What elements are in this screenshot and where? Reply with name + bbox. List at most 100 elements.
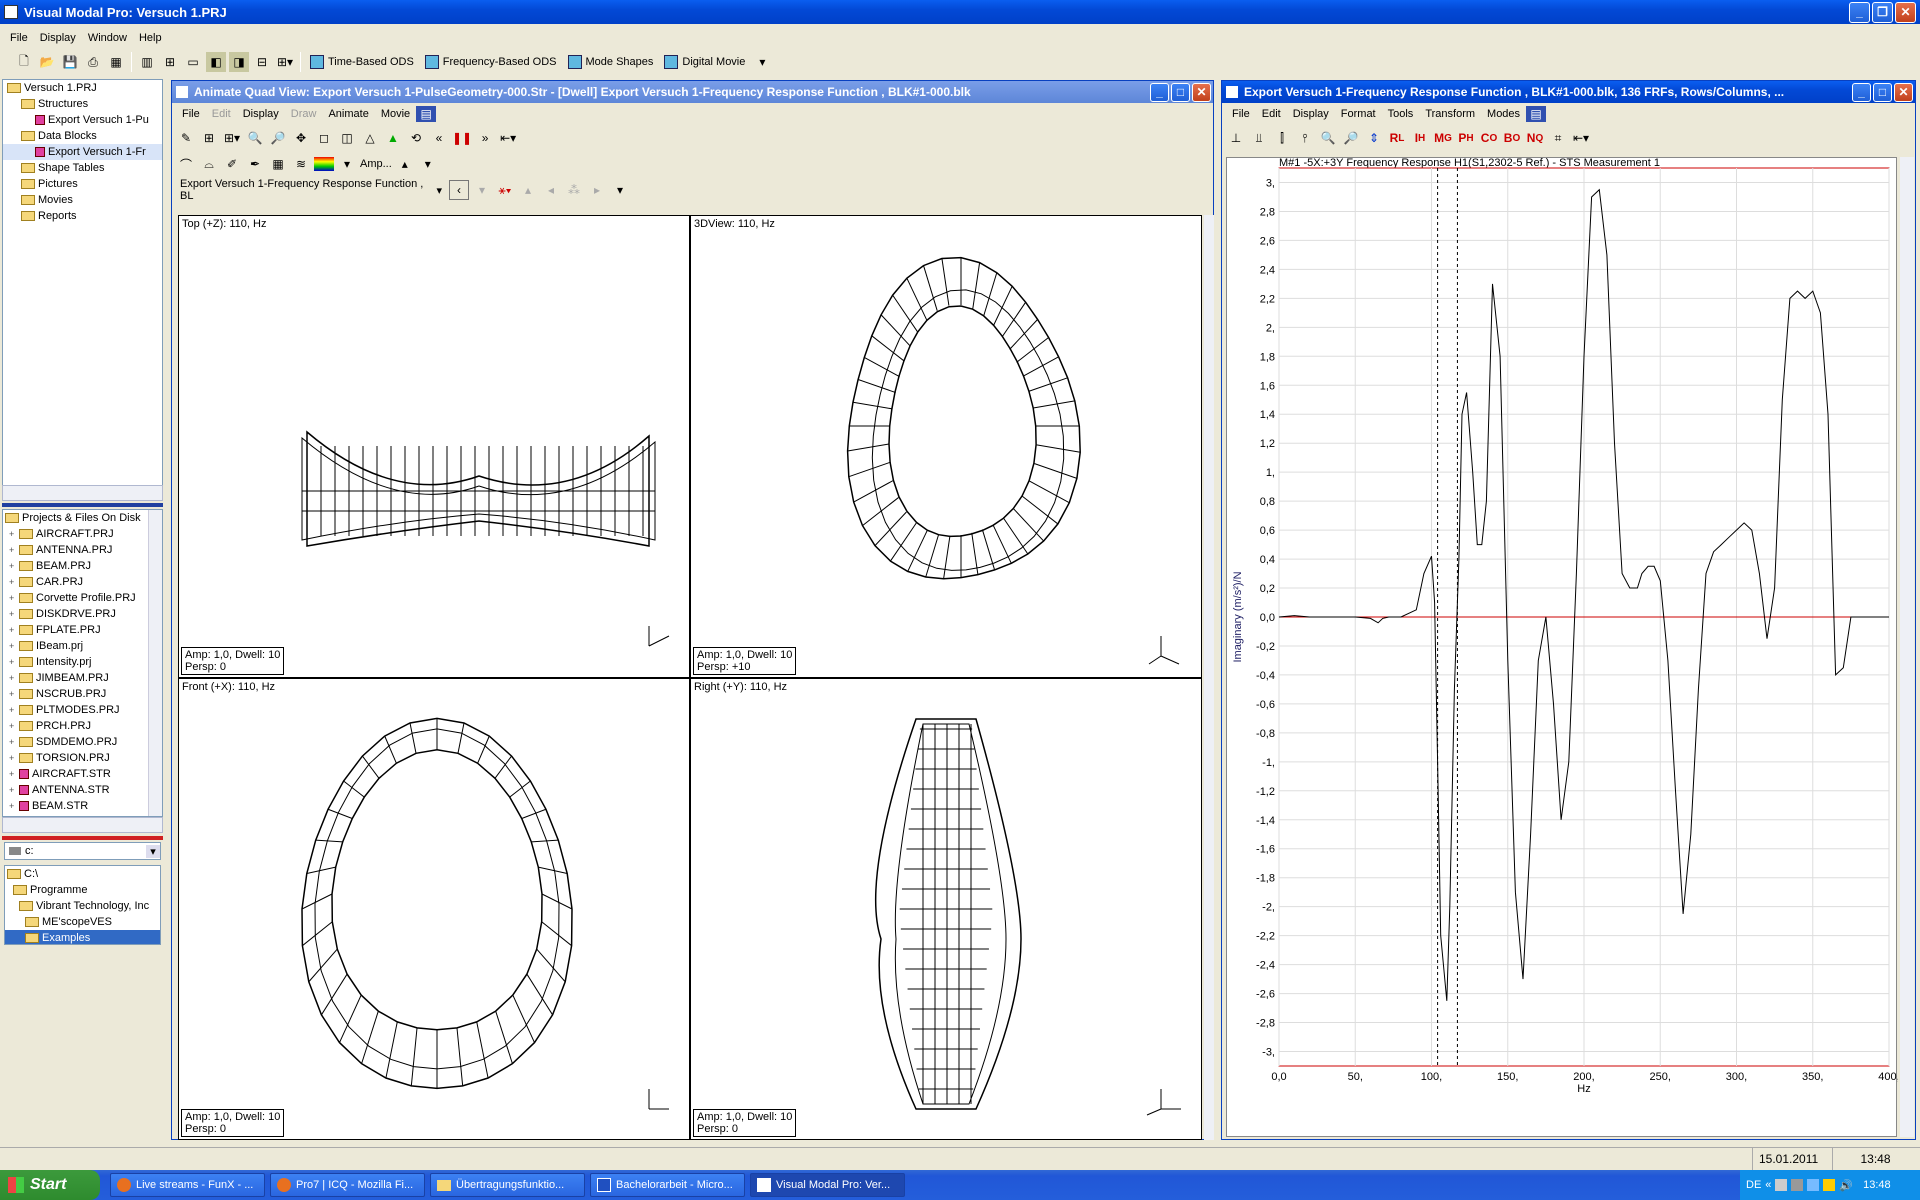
file-item[interactable]: + AIRCRAFT.STR — [3, 766, 162, 782]
expand-icon[interactable]: + — [9, 801, 19, 811]
frf-plot[interactable]: M#1 -5X:+3Y Frequency Response H1(S1,230… — [1226, 157, 1898, 1137]
nq-icon[interactable]: NQ — [1525, 128, 1545, 148]
expand-icon[interactable]: + — [9, 785, 19, 795]
box-3d-icon[interactable]: ◫ — [337, 128, 357, 148]
view-3d[interactable]: 3DView: 110, Hz Amp: 1,0, Dwell: 10 Persp… — [690, 215, 1202, 678]
chevron-down-icon[interactable]: ▾ — [752, 52, 772, 72]
tree-item[interactable]: Movies — [3, 192, 162, 208]
tray-arrow-icon[interactable]: « — [1765, 1179, 1771, 1191]
grid-icon[interactable]: ⊞ — [199, 128, 219, 148]
time-based-ods-button[interactable]: Time-Based ODS — [306, 52, 418, 72]
expand-icon[interactable]: + — [9, 689, 19, 699]
menu-display[interactable]: Display — [237, 108, 285, 120]
chevron-down-icon[interactable]: ▾ — [610, 180, 630, 200]
file-item[interactable]: + AIRCRAFT.PRJ — [3, 526, 162, 542]
zoom-in-icon[interactable]: 🔍 — [245, 128, 265, 148]
curve-icon[interactable]: ⌒ — [176, 154, 196, 174]
amp-label[interactable]: Amp... — [360, 158, 392, 170]
single-cursor-icon[interactable]: ⊥ — [1226, 128, 1246, 148]
tree-item[interactable]: Pictures — [3, 176, 162, 192]
tree-item[interactable]: Versuch 1.PRJ — [3, 80, 162, 96]
file-item[interactable]: + SDMDEMO.PRJ — [3, 734, 162, 750]
project-tree-hscroll[interactable] — [2, 485, 163, 501]
menu-help[interactable]: Help — [133, 32, 168, 44]
file-item[interactable]: + BEAM.STR — [3, 798, 162, 814]
expand-icon[interactable]: + — [9, 529, 19, 539]
expand-icon[interactable]: + — [9, 673, 19, 683]
forward-icon[interactable]: » — [475, 128, 495, 148]
expand-icon[interactable]: + — [9, 561, 19, 571]
print-icon[interactable]: ⎙ — [83, 52, 103, 72]
task-explorer[interactable]: Übertragungsfunktio... — [430, 1173, 585, 1197]
save-icon[interactable]: 💾 — [60, 52, 80, 72]
triangle-icon[interactable]: △ — [360, 128, 380, 148]
table-icon[interactable]: ⊟ — [252, 52, 272, 72]
files-vscroll[interactable] — [148, 510, 162, 816]
minimize-button[interactable]: _ — [1852, 82, 1871, 102]
expand-icon[interactable]: + — [9, 737, 19, 747]
dual-cursor-icon[interactable]: ⫫ — [1249, 128, 1269, 148]
close-button[interactable]: ✕ — [1192, 82, 1211, 102]
panel-right-icon[interactable]: ◨ — [229, 52, 249, 72]
amp-up-icon[interactable]: ▴ — [395, 154, 415, 174]
tray-icon[interactable] — [1823, 1179, 1836, 1191]
color-grid-icon[interactable]: ▦ — [268, 154, 288, 174]
task-word[interactable]: Bachelorarbeit - Micro... — [590, 1173, 745, 1197]
exit-icon[interactable]: ⇤▾ — [1571, 128, 1591, 148]
folder-item[interactable]: Programme — [5, 882, 160, 898]
file-item[interactable]: + NSCRUB.PRJ — [3, 686, 162, 702]
menu-edit[interactable]: Edit — [1256, 108, 1287, 120]
shape-icon[interactable]: ⌓ — [199, 154, 219, 174]
tray-icon[interactable] — [1807, 1179, 1820, 1191]
file-item[interactable]: + CAR.PRJ — [3, 574, 162, 590]
expand-icon[interactable]: + — [9, 625, 19, 635]
chevron-down-icon[interactable]: ▾ — [472, 180, 492, 200]
drive-select[interactable]: c: ▾ — [4, 842, 161, 860]
move-icon[interactable]: ✥ — [291, 128, 311, 148]
view-top[interactable]: Top (+Z): 110, Hz Amp: 1,0, Dwell: 10 Per… — [178, 215, 690, 678]
expand-icon[interactable]: + — [9, 641, 19, 651]
zoom-out-icon[interactable]: 🔎 — [1341, 128, 1361, 148]
window-icon[interactable]: ▤ — [1526, 106, 1547, 122]
menu-modes[interactable]: Modes — [1481, 108, 1526, 120]
up-icon[interactable]: ▴ — [518, 180, 538, 200]
layout-icon[interactable]: ▥ — [137, 52, 157, 72]
brush-icon[interactable]: ✐ — [222, 154, 242, 174]
palette-icon[interactable] — [314, 157, 334, 171]
menu-file[interactable]: File — [4, 32, 34, 44]
tray-clock[interactable]: 13:48 — [1863, 1179, 1891, 1191]
zoom-out-icon[interactable]: 🔎 — [268, 128, 288, 148]
menu-window[interactable]: Window — [82, 32, 133, 44]
tree-item[interactable]: Reports — [3, 208, 162, 224]
dataset-dropdown[interactable]: Export Versuch 1-Frequency Response Func… — [176, 178, 446, 202]
file-item[interactable]: + Corvette Profile.PRJ — [3, 590, 162, 606]
file-item[interactable]: + IBeam.prj — [3, 638, 162, 654]
expand-icon[interactable]: + — [9, 593, 19, 603]
file-item[interactable]: + PRCH.PRJ — [3, 718, 162, 734]
menu-draw[interactable]: Draw — [285, 108, 323, 120]
expand-icon[interactable]: + — [9, 753, 19, 763]
table-drop-icon[interactable]: ⊞▾ — [275, 52, 295, 72]
tray-icon[interactable] — [1791, 1179, 1804, 1191]
pen-icon[interactable]: ✒ — [245, 154, 265, 174]
panel-left-icon[interactable]: ◧ — [206, 52, 226, 72]
file-item[interactable]: + DISKDRVE.PRJ — [3, 606, 162, 622]
minimize-button[interactable]: _ — [1150, 82, 1169, 102]
tray-icon[interactable] — [1775, 1179, 1788, 1191]
digital-movie-button[interactable]: Digital Movie — [660, 52, 749, 72]
menu-format[interactable]: Format — [1335, 108, 1382, 120]
chevron-down-icon[interactable]: ▾ — [337, 154, 357, 174]
panel-divider[interactable] — [2, 503, 163, 507]
expand-icon[interactable]: + — [9, 769, 19, 779]
zoom-in-icon[interactable]: 🔍 — [1318, 128, 1338, 148]
exit-icon[interactable]: ⇤▾ — [498, 128, 518, 148]
tree-item[interactable]: Export Versuch 1-Fr — [3, 144, 162, 160]
expand-icon[interactable]: + — [9, 721, 19, 731]
band-cursor-icon[interactable]: ⫿ — [1272, 128, 1292, 148]
scale-icon[interactable]: ⇕ — [1364, 128, 1384, 148]
new-file-icon[interactable]: 🗋 — [14, 52, 34, 72]
mg-icon[interactable]: MG — [1433, 128, 1453, 148]
mode-shapes-button[interactable]: Mode Shapes — [564, 52, 658, 72]
rotate-icon[interactable]: ⟲ — [406, 128, 426, 148]
chart-icon[interactable]: ⌗ — [1548, 128, 1568, 148]
